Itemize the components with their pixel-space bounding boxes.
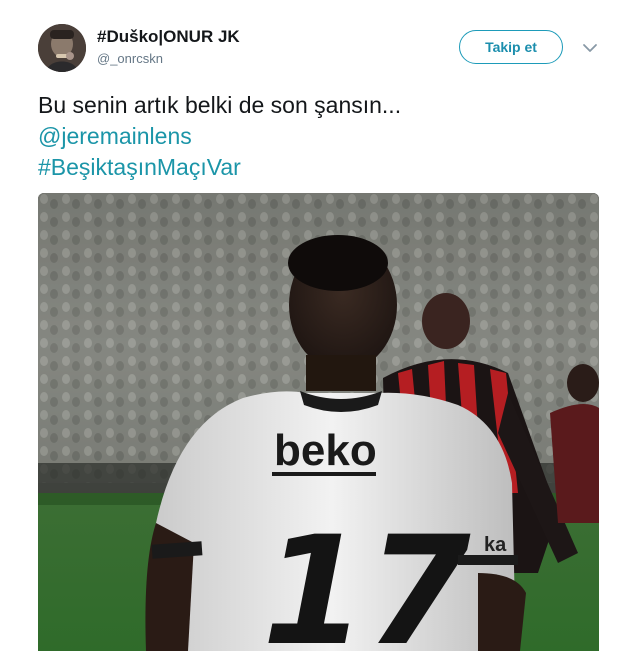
tweet-body-text: Bu senin artık belki de son şansın... (38, 92, 402, 118)
sponsor-text: beko (274, 426, 377, 475)
display-name[interactable]: #Duško|ONUR JK (97, 27, 240, 47)
hashtag-link[interactable]: #BeşiktaşınMaçıVar (38, 152, 598, 183)
user-info[interactable]: #Duško|ONUR JK @_onrcskn (97, 27, 240, 68)
avatar[interactable] (38, 24, 86, 72)
tweet-photo[interactable]: 11 beko 17 ka (38, 193, 599, 651)
tweet-text: Bu senin artık belki de son şansın... @j… (38, 90, 598, 183)
more-options-button[interactable] (580, 38, 600, 58)
tweet-card: #Duško|ONUR JK @_onrcskn Takip et Bu sen… (0, 0, 630, 651)
follow-button[interactable]: Takip et (459, 30, 563, 64)
chevron-down-icon (583, 44, 597, 52)
mention-link[interactable]: @jeremainlens (38, 121, 598, 152)
avatar-image (38, 24, 86, 72)
username-handle[interactable]: @_onrcskn (97, 50, 240, 68)
sleeve-text: ka (484, 534, 507, 556)
football-player-photo: 11 beko 17 ka (38, 193, 599, 651)
front-number-text: 17 (262, 505, 471, 651)
